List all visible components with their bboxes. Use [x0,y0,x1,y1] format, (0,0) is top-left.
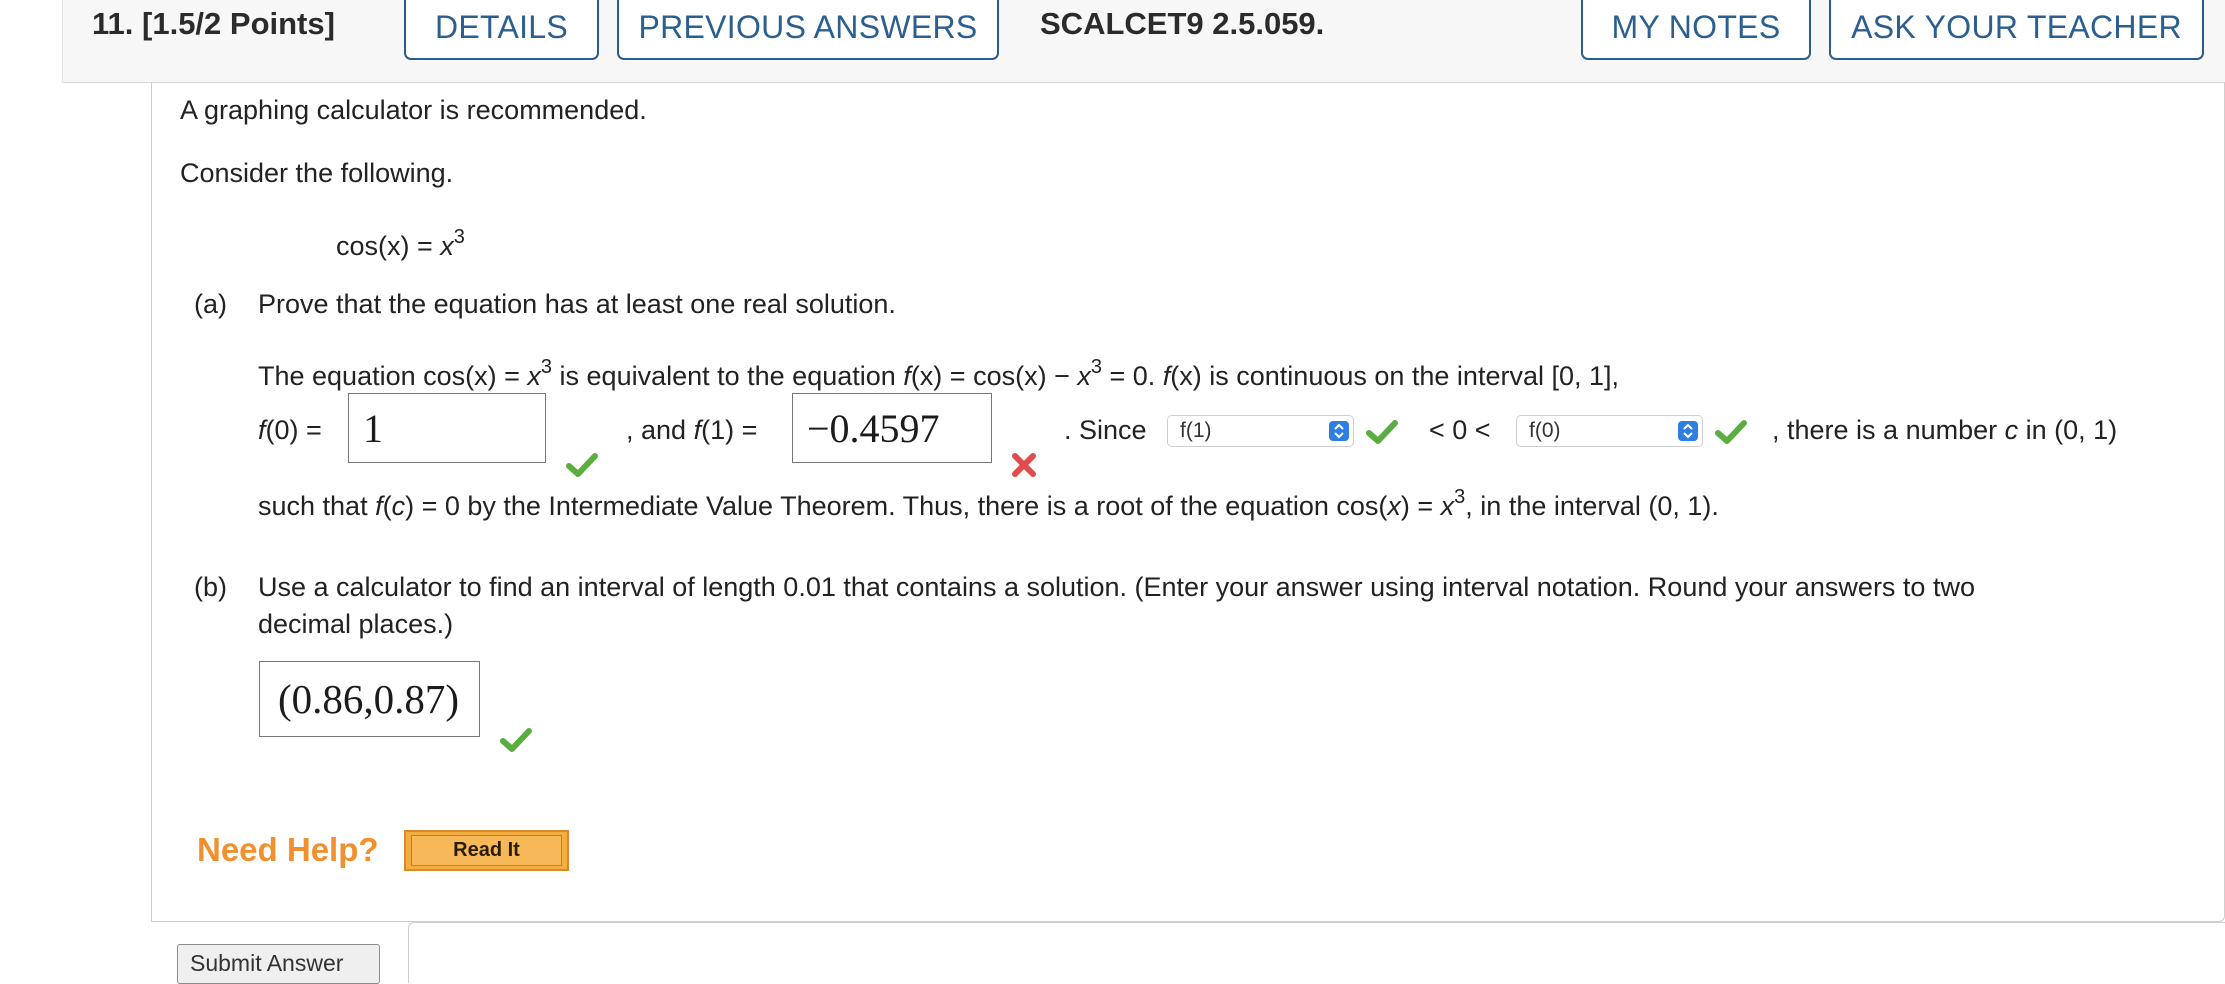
select-arrows-icon [1678,421,1698,441]
part-b-prompt-line2: decimal places.) [258,609,454,639]
part-b-label: (b) [194,572,227,602]
consider-text: Consider the following. [180,158,454,188]
part-a-line1: The equation cos(x) = x3 is equivalent t… [258,356,1620,391]
submit-answer-button[interactable]: Submit Answer [177,944,380,984]
incorrect-x-icon [1012,453,1036,477]
since-select-2[interactable]: f(0) [1516,415,1703,447]
my-notes-button[interactable]: MY NOTES [1581,0,1811,60]
calculator-note: A graphing calculator is recommended. [180,95,647,125]
correct-check-icon [566,453,598,477]
and-f1-label: , and f(1) = [626,415,758,445]
details-button[interactable]: DETAILS [404,0,599,60]
part-a-prompt: Prove that the equation has at least one… [258,289,896,319]
part-b-prompt-line1: Use a calculator to find an interval of … [258,572,1975,602]
correct-check-icon [1715,420,1747,444]
f0-input[interactable]: 1 [348,393,546,463]
lt0lt-text: < 0 < [1429,415,1491,445]
since-text: . Since [1064,415,1147,445]
equation: cos(x) = x3 [336,226,465,261]
bottom-panel [408,922,2225,983]
select-arrows-icon [1329,421,1349,441]
points-label: [1.5/2 Points] [142,6,335,41]
interval-input[interactable]: (0.86,0.87) [259,661,480,737]
need-help-label: Need Help? [197,831,379,868]
ask-your-teacher-button[interactable]: ASK YOUR TEACHER [1829,0,2204,60]
there-is-text: , there is a number c in (0, 1) [1772,415,2118,445]
part-a-line3: such that f(c) = 0 by the Intermediate V… [258,486,1719,521]
f1-input[interactable]: −0.4597 [792,393,992,463]
question-number: 11. [92,6,134,41]
since-select-1[interactable]: f(1) [1167,415,1354,447]
previous-answers-button[interactable]: PREVIOUS ANSWERS [617,0,999,60]
f0-label: f(0) = [258,415,322,445]
read-it-button[interactable]: Read It [404,830,569,871]
correct-check-icon [500,728,532,752]
question-title: 11. [1.5/2 Points] [92,0,335,48]
source-code: SCALCET9 2.5.059. [1040,6,1325,41]
read-it-label: Read It [411,835,562,866]
part-a-label: (a) [194,289,227,319]
correct-check-icon [1366,420,1398,444]
